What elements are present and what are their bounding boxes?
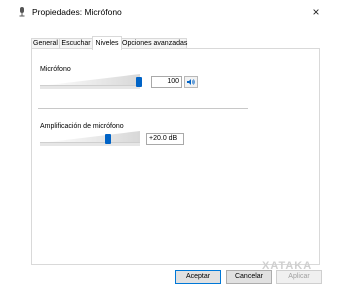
boost-slider[interactable] — [40, 142, 140, 146]
boost-label: Amplificación de micrófono — [40, 123, 124, 130]
boost-slider-thumb[interactable] — [105, 134, 111, 144]
speaker-icon — [185, 79, 197, 89]
close-button[interactable]: × — [306, 4, 326, 20]
levels-panel: Micrófono 100 Amplificación de micrófono… — [31, 48, 320, 265]
tab-niveles[interactable]: Niveles — [92, 36, 122, 50]
microphone-slider[interactable] — [40, 85, 140, 89]
title-bar: Propiedades: Micrófono × — [0, 0, 338, 24]
boost-value: +20.0 dB — [146, 133, 184, 145]
microphone-value[interactable]: 100 — [151, 76, 182, 88]
accept-button[interactable]: Aceptar — [175, 270, 221, 284]
microphone-icon — [18, 7, 26, 17]
watermark-logo: XATAKA — [262, 260, 313, 272]
window-title: Propiedades: Micrófono — [32, 7, 122, 17]
group-divider — [38, 108, 248, 109]
microphone-mute-button[interactable] — [184, 76, 198, 88]
microphone-label: Micrófono — [40, 66, 71, 73]
microphone-slider-thumb[interactable] — [136, 77, 142, 87]
